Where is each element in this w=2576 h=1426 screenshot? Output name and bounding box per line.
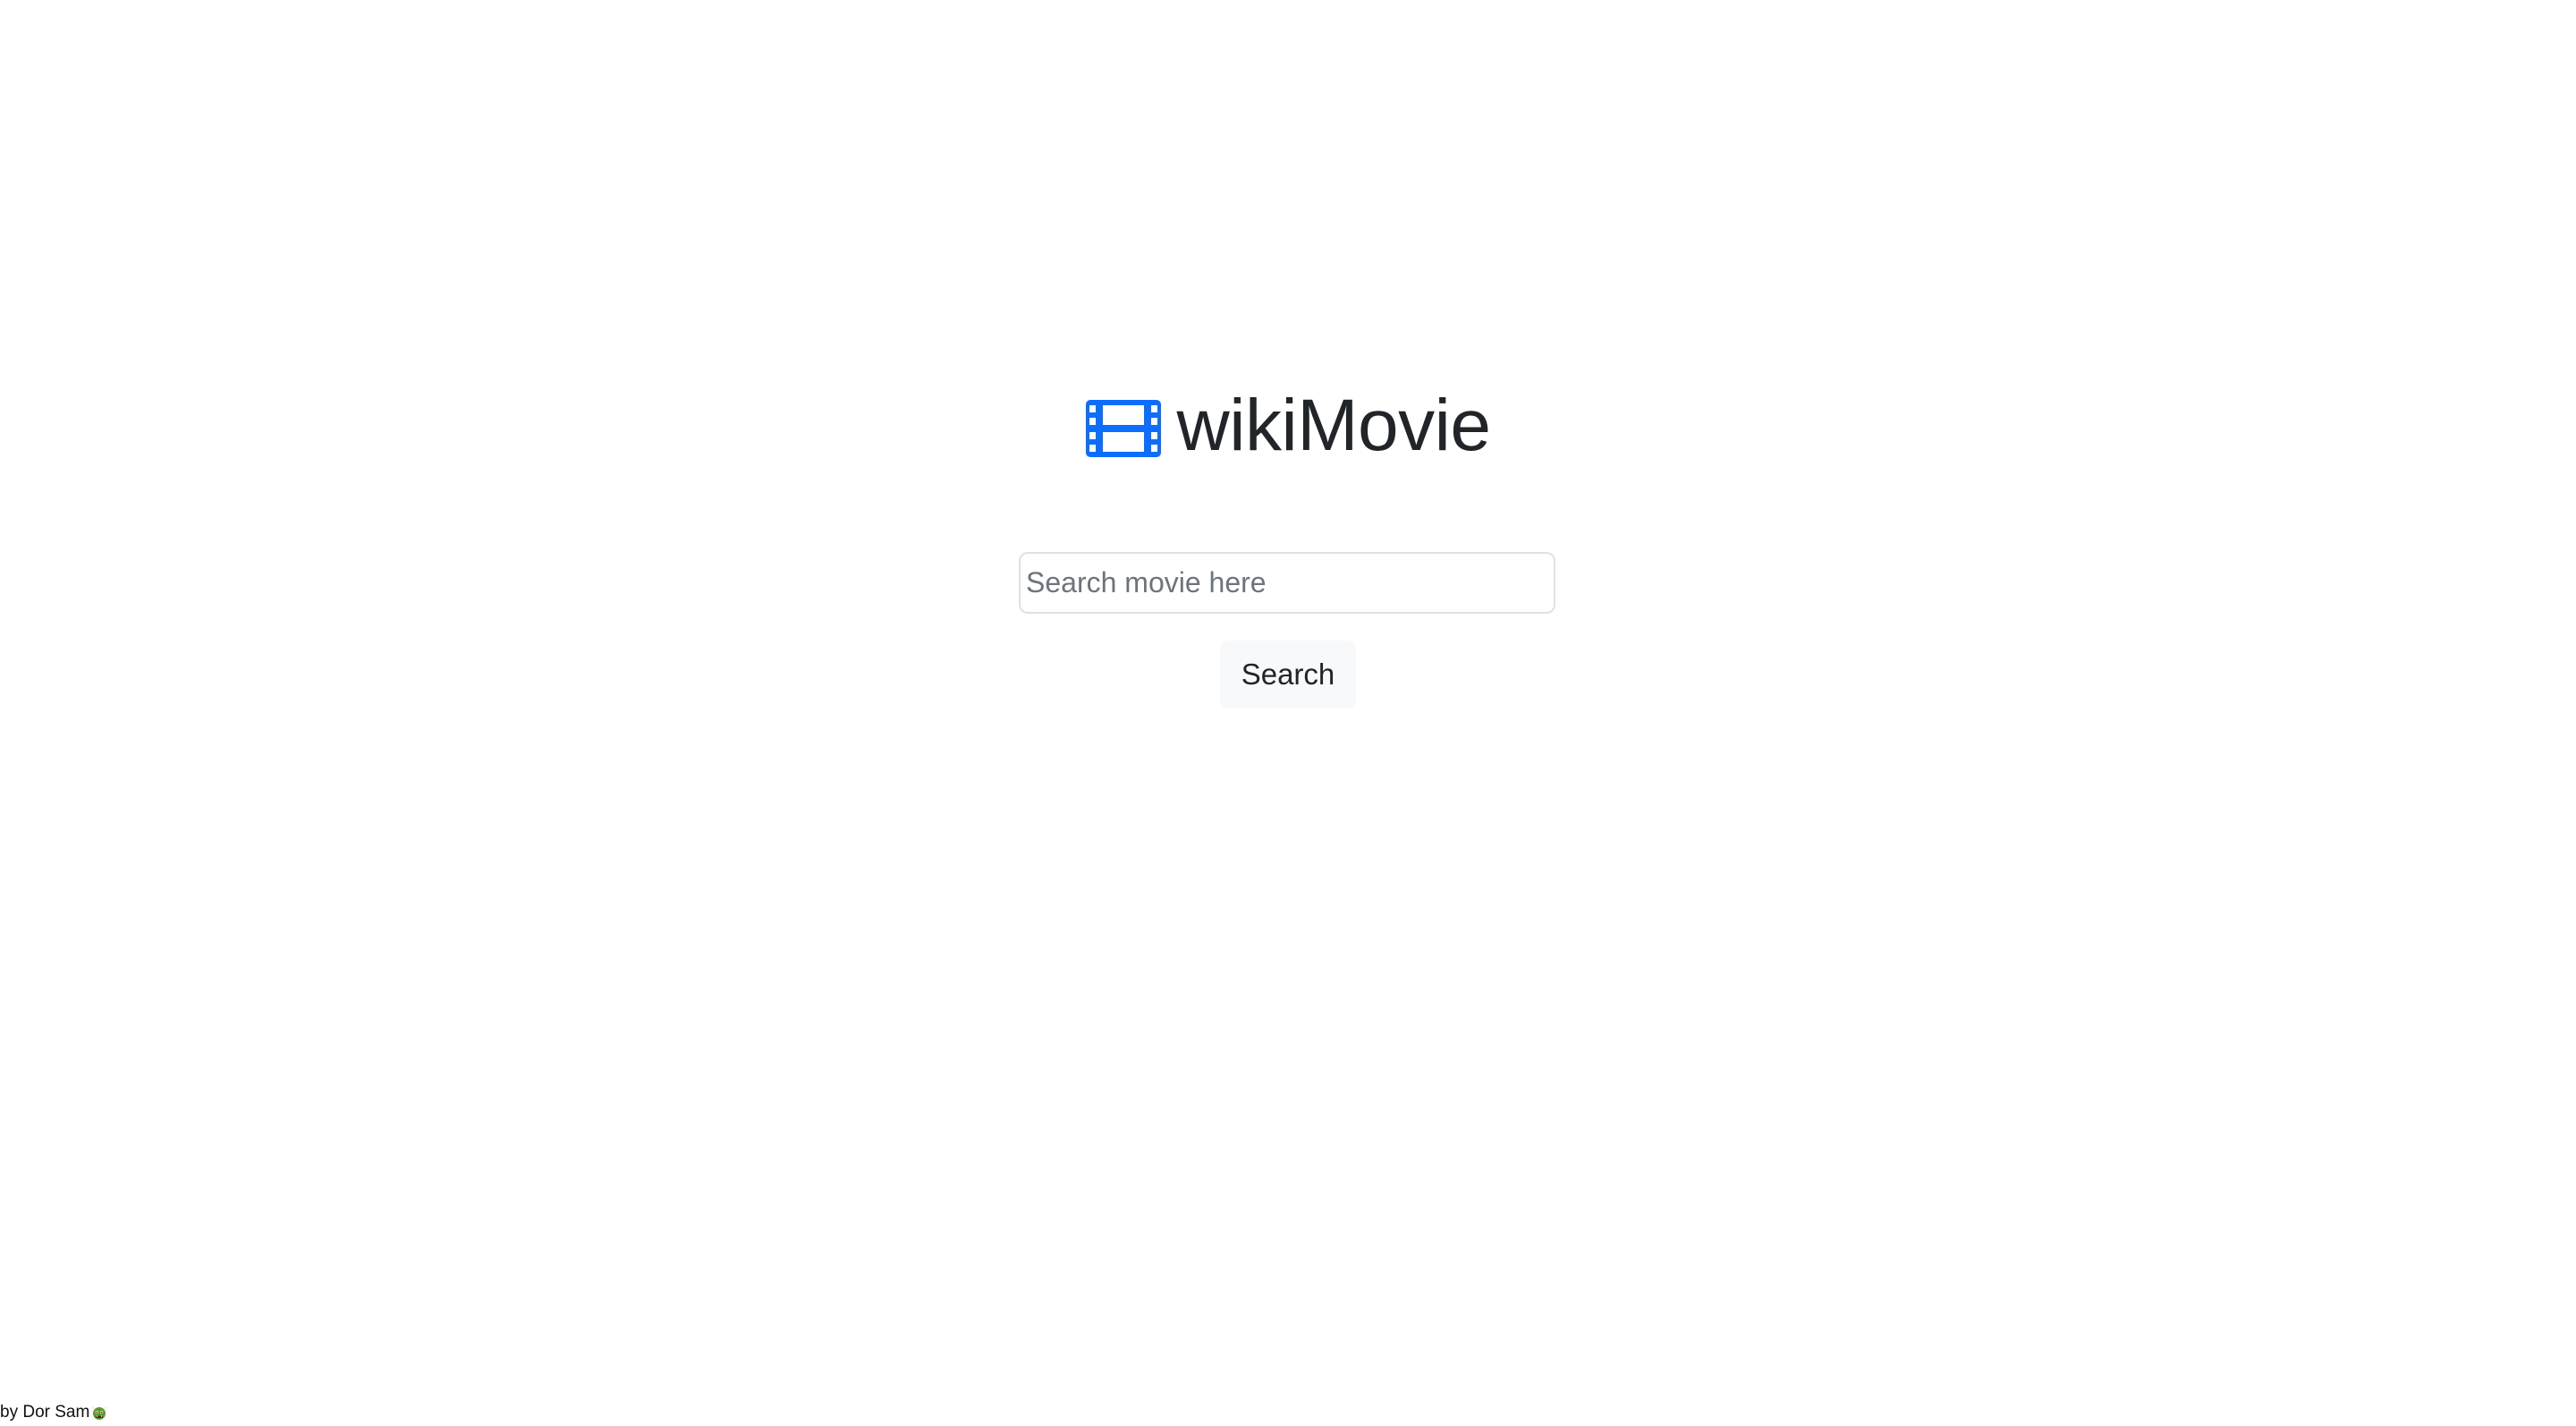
search-input[interactable] bbox=[1019, 552, 1555, 614]
search-button[interactable]: Search bbox=[1220, 641, 1356, 709]
ogre-icon bbox=[92, 1406, 107, 1420]
brand: wikiMovie bbox=[1085, 385, 1491, 466]
credit-text: by Dor Sam bbox=[0, 1403, 90, 1422]
film-icon bbox=[1085, 400, 1161, 457]
footer-credit: by Dor Sam bbox=[0, 1401, 108, 1424]
header: wikiMovie bbox=[0, 389, 2576, 463]
page-title: wikiMovie bbox=[1176, 385, 1491, 466]
search-form bbox=[1019, 552, 1555, 614]
page: wikiMovie Search by Dor Sam bbox=[0, 0, 2576, 1426]
